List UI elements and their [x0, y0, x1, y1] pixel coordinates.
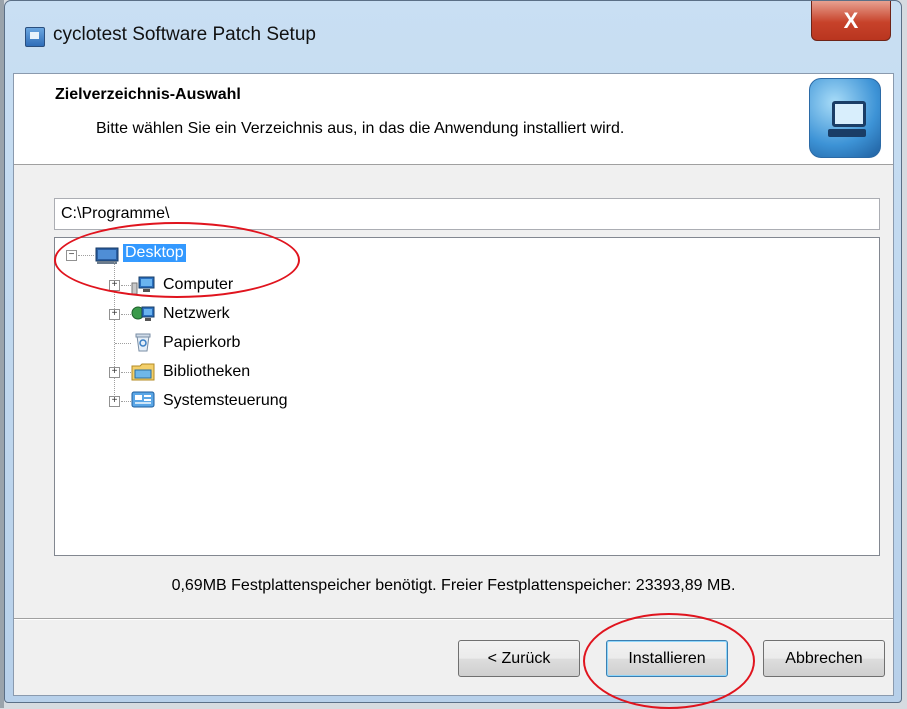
tree-connector: [121, 285, 131, 286]
expand-icon[interactable]: +: [109, 309, 120, 320]
tree-item-computer[interactable]: + Computer: [55, 272, 355, 298]
tree-item-label: Computer: [163, 276, 234, 293]
tree-item-network[interactable]: + Netzwerk: [55, 301, 355, 327]
tree-connector: [121, 372, 131, 373]
tree-item-control-panel[interactable]: + Systemsteuerung: [55, 388, 375, 414]
close-button[interactable]: X: [811, 1, 891, 41]
libraries-icon: [131, 363, 155, 381]
wizard-header: Zielverzeichnis-Auswahl Bitte wählen Sie…: [14, 74, 893, 165]
expand-icon[interactable]: +: [109, 396, 120, 407]
computer-icon: [131, 276, 155, 295]
collapse-icon[interactable]: −: [66, 250, 77, 261]
network-icon: [131, 306, 155, 321]
tree-item-recycle-bin[interactable]: Papierkorb: [55, 330, 355, 356]
tree-connector: [78, 255, 94, 256]
tree-connector: [115, 343, 131, 344]
dialog-client-area: Zielverzeichnis-Auswahl Bitte wählen Sie…: [13, 73, 894, 696]
setup-window: cyclotest Software Patch Setup X Zielver…: [4, 0, 902, 703]
tree-connector: [121, 314, 131, 315]
tree-item-libraries[interactable]: + Bibliotheken: [55, 359, 355, 385]
tree-item-desktop[interactable]: − Desktop: [55, 242, 355, 268]
back-button[interactable]: < Zurück: [458, 640, 580, 677]
tree-item-label: Systemsteuerung: [163, 392, 288, 409]
tree-item-label: Netzwerk: [163, 305, 230, 322]
setup-app-icon: [25, 27, 45, 47]
disk-space-status: 0,69MB Festplattenspeicher benötigt. Fre…: [171, 577, 736, 594]
tree-item-label: Bibliotheken: [163, 363, 251, 380]
installer-logo-icon: [809, 78, 881, 158]
title-bar[interactable]: cyclotest Software Patch Setup X: [5, 1, 901, 73]
recycle-bin-icon: [135, 333, 151, 352]
desktop-icon: [95, 247, 119, 264]
tree-connector: [121, 401, 131, 402]
control-panel-icon: [131, 391, 155, 408]
install-button[interactable]: Installieren: [606, 640, 728, 677]
footer-divider: [14, 618, 893, 620]
cancel-button[interactable]: Abbrechen: [763, 640, 885, 677]
tree-item-label: Papierkorb: [163, 334, 241, 351]
window-title: cyclotest Software Patch Setup: [53, 24, 316, 45]
page-title: Zielverzeichnis-Auswahl: [55, 86, 241, 103]
expand-icon[interactable]: +: [109, 280, 120, 291]
folder-tree[interactable]: − Desktop + Computer + Netzwerk Papierko…: [54, 237, 880, 556]
page-subtitle: Bitte wählen Sie ein Verzeichnis aus, in…: [96, 120, 625, 137]
install-path-input[interactable]: [54, 198, 880, 230]
tree-item-label: Desktop: [123, 244, 186, 262]
expand-icon[interactable]: +: [109, 367, 120, 378]
